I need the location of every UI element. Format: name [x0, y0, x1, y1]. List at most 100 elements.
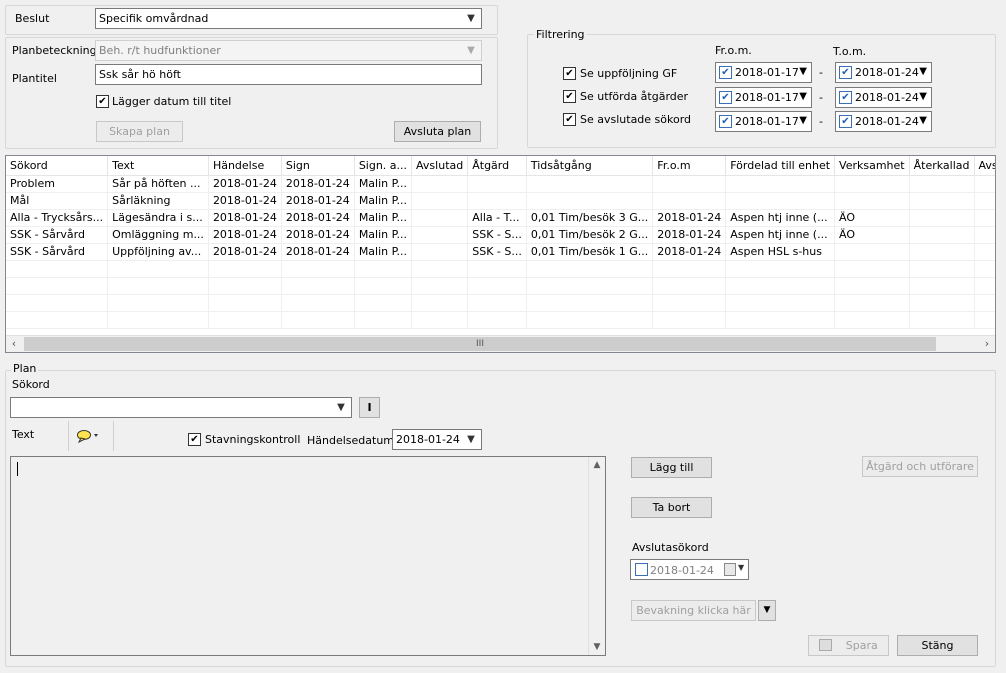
lagger-datum-checkbox[interactable]: ✔ — [96, 95, 109, 108]
avsluta-sokord-date[interactable]: 2018-01-24 ▼ — [630, 559, 749, 580]
i-button[interactable]: I — [359, 397, 380, 418]
planbeteckning-select[interactable]: Beh. r/t hudfunktioner ▼ — [95, 40, 482, 61]
skapa-plan-button[interactable]: Skapa plan — [96, 121, 183, 142]
plan-grid[interactable]: Sökord Text Händelse Sign Sign. a... Avs… — [5, 155, 996, 353]
chevron-down-icon: ▼ — [467, 13, 475, 24]
lagger-datum-label: Lägger datum till titel — [112, 95, 232, 108]
avsluta-plan-button[interactable]: Avsluta plan — [394, 121, 481, 142]
column-header[interactable]: Tidsåtgång — [526, 156, 654, 176]
table-cell — [208, 294, 282, 312]
table-cell — [526, 294, 654, 312]
table-cell — [909, 192, 975, 210]
calendar-icon[interactable] — [724, 563, 736, 576]
table-cell: Aspen HSL s-hus — [725, 243, 836, 261]
utforda-from-date[interactable]: ✔ 2018-01-17 ▼ — [715, 87, 812, 108]
column-header[interactable]: Verksamhet — [834, 156, 910, 176]
table-cell — [208, 260, 282, 278]
avsluta-sokord-checkbox[interactable] — [635, 563, 648, 576]
se-utforda-checkbox[interactable]: ✔ — [563, 90, 576, 103]
table-cell — [725, 277, 836, 295]
scroll-down-icon[interactable]: ▼ — [589, 639, 605, 655]
handelsedatum-label: Händelsedatum — [307, 434, 395, 447]
table-cell: Lägesändra i s... — [107, 209, 209, 227]
table-cell — [652, 192, 727, 210]
plan-title: Plan — [11, 362, 39, 375]
date-enable-checkbox[interactable]: ✔ — [719, 66, 732, 79]
speech-bubble-icon[interactable] — [76, 428, 102, 444]
spara-button[interactable]: Spara — [808, 635, 889, 656]
table-cell — [974, 192, 995, 210]
plantitel-input[interactable]: Ssk sår hö höft — [95, 64, 482, 85]
table-cell — [834, 277, 910, 295]
sokord-select[interactable]: ▼ — [10, 397, 352, 418]
column-header[interactable]: Återkallad — [909, 156, 975, 176]
column-header[interactable]: Händelse — [208, 156, 282, 176]
scroll-grip-icon: III — [476, 339, 484, 349]
date-enable-checkbox[interactable]: ✔ — [719, 91, 732, 104]
table-cell — [354, 311, 413, 329]
table-row[interactable]: Alla - Trycksårs... Lägesändra i s... 2018… — [6, 209, 995, 227]
column-header[interactable]: Avslutad — [411, 156, 469, 176]
scroll-left-icon[interactable]: ‹ — [6, 337, 22, 351]
column-header[interactable]: Sign. a... — [354, 156, 413, 176]
table-cell — [411, 277, 469, 295]
column-header[interactable]: Text — [107, 156, 209, 176]
scroll-right-icon[interactable]: › — [979, 337, 995, 351]
column-header[interactable]: Fr.o.m — [652, 156, 727, 176]
column-header[interactable]: Avs — [974, 156, 995, 176]
table-cell — [909, 311, 975, 329]
table-row[interactable]: Problem Sår på höften ... 2018-01-24 2018-0… — [6, 175, 995, 193]
date-enable-checkbox[interactable]: ✔ — [839, 66, 852, 79]
avslutade-from-date[interactable]: ✔ 2018-01-17 ▼ — [715, 111, 812, 132]
ta-bort-button[interactable]: Ta bort — [631, 497, 712, 518]
table-cell — [725, 260, 836, 278]
stavningskontroll-checkbox[interactable]: ✔ — [188, 433, 201, 446]
table-cell — [652, 260, 727, 278]
column-header[interactable]: Fördelad till enhet — [725, 156, 836, 176]
empty-table-row — [6, 294, 995, 312]
table-row[interactable]: SSK - Sårvård Omläggning m... 2018-01-24 20… — [6, 226, 995, 244]
plan-text-area[interactable]: ▲ ▼ — [10, 456, 606, 656]
atgard-och-utforare-button[interactable]: Åtgärd och utförare — [862, 456, 978, 477]
avslutade-to-date[interactable]: ✔ 2018-01-24 ▼ — [835, 111, 932, 132]
table-cell — [526, 192, 654, 210]
table-cell: Malin P... — [354, 209, 413, 227]
table-row[interactable]: SSK - Sårvård Uppföljning av... 2018-01-24… — [6, 243, 995, 261]
column-header[interactable]: Åtgärd — [467, 156, 527, 176]
bevakning-dropdown-button[interactable]: ▼ — [758, 600, 776, 621]
uppfoljning-to-date[interactable]: ✔ 2018-01-24 ▼ — [835, 62, 932, 83]
table-cell — [652, 277, 727, 295]
lagg-till-button[interactable]: Lägg till — [631, 457, 712, 478]
table-row[interactable]: Mål Sårläkning 2018-01-24 2018-01-24 Malin P… — [6, 192, 995, 210]
column-header[interactable]: Sökord — [6, 156, 109, 176]
table-cell: Alla - Trycksårs... — [6, 209, 109, 227]
se-uppfoljning-checkbox[interactable]: ✔ — [563, 67, 576, 80]
date-enable-checkbox[interactable]: ✔ — [839, 115, 852, 128]
bevakning-button[interactable]: Bevakning klicka här — [631, 600, 756, 621]
scrollbar-thumb[interactable]: III — [24, 337, 936, 351]
table-cell: SSK - Sårvård — [6, 243, 109, 261]
table-cell: ÄO — [834, 226, 910, 244]
table-cell — [834, 294, 910, 312]
vertical-scrollbar[interactable]: ▲ ▼ — [588, 457, 605, 655]
table-cell: SSK - Sårvård — [6, 226, 109, 244]
utforda-to-date[interactable]: ✔ 2018-01-24 ▼ — [835, 87, 932, 108]
beslut-select[interactable]: Specifik omvårdnad ▼ — [95, 8, 482, 29]
column-header[interactable]: Sign — [281, 156, 355, 176]
se-avslutade-checkbox[interactable]: ✔ — [563, 113, 576, 126]
uppfoljning-from-date[interactable]: ✔ 2018-01-17 ▼ — [715, 62, 812, 83]
chevron-down-icon: ▼ — [799, 66, 807, 77]
table-cell — [909, 294, 975, 312]
table-cell — [208, 277, 282, 295]
table-cell: SSK - S... — [467, 243, 527, 261]
stang-button[interactable]: Stäng — [897, 635, 978, 656]
table-cell — [974, 243, 995, 261]
date-enable-checkbox[interactable]: ✔ — [719, 115, 732, 128]
scroll-up-icon[interactable]: ▲ — [589, 457, 605, 473]
handelsedatum-select[interactable]: 2018-01-24 ▼ — [392, 429, 482, 450]
table-cell: Omläggning m... — [107, 226, 209, 244]
date-enable-checkbox[interactable]: ✔ — [839, 91, 852, 104]
horizontal-scrollbar[interactable]: ‹ III › — [6, 335, 995, 352]
date-range-dash: - — [819, 115, 823, 128]
table-cell — [354, 277, 413, 295]
